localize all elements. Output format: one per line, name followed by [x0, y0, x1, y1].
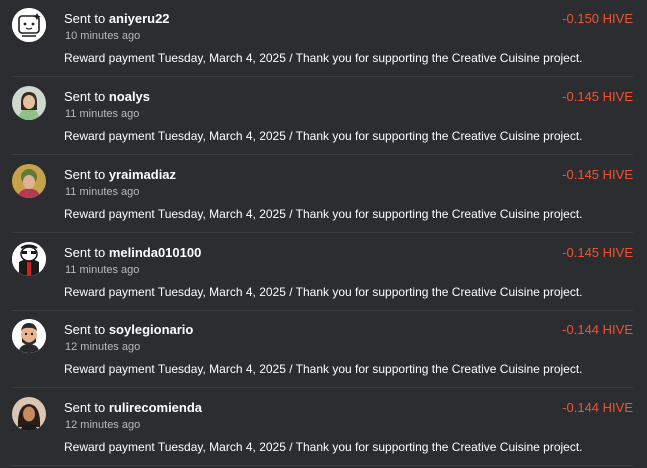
sent-to-label: Sent to rulirecomienda — [64, 400, 203, 415]
user-avatar[interactable] — [12, 242, 46, 276]
recipient-link[interactable]: soylegionario — [109, 322, 194, 337]
memo-text: Reward payment Tuesday, March 4, 2025 / … — [64, 129, 583, 143]
memo-text: Reward payment Tuesday, March 4, 2025 / … — [64, 51, 583, 65]
time-ago: 12 minutes ago — [65, 341, 141, 353]
user-avatar[interactable] — [12, 8, 46, 42]
portrait-avatar-icon — [12, 164, 46, 198]
time-ago: 11 minutes ago — [65, 264, 140, 276]
amount: -0.144 HIVE — [562, 322, 633, 337]
memo-text: Reward payment Tuesday, March 4, 2025 / … — [64, 207, 583, 221]
transaction-row: Sent to aniyeru22 10 minutes ago Reward … — [11, 0, 633, 77]
memo-text: Reward payment Tuesday, March 4, 2025 / … — [64, 285, 583, 299]
portrait-avatar-icon — [12, 86, 46, 120]
sent-to-label: Sent to yraimadiaz — [64, 167, 177, 182]
time-ago: 10 minutes ago — [65, 30, 141, 42]
time-ago: 11 minutes ago — [65, 108, 140, 120]
cartoon-avatar-icon — [12, 8, 46, 42]
transaction-feed: Sent to aniyeru22 10 minutes ago Reward … — [0, 0, 647, 468]
sent-to-label: Sent to aniyeru22 — [64, 11, 170, 26]
cartoon-avatar-icon — [12, 242, 46, 276]
transaction-row: Sent to melinda010100 11 minutes ago Rew… — [11, 234, 633, 311]
transaction-row: Sent to soylegionario 12 minutes ago Rew… — [11, 311, 633, 388]
sent-to-label: Sent to melinda010100 — [64, 245, 202, 260]
sent-to-label: Sent to soylegionario — [64, 322, 194, 337]
recipient-link[interactable]: rulirecomienda — [109, 400, 202, 415]
recipient-link[interactable]: yraimadiaz — [109, 167, 176, 182]
amount: -0.150 HIVE — [562, 11, 633, 26]
recipient-link[interactable]: aniyeru22 — [109, 11, 170, 26]
sent-to-label: Sent to noalys — [64, 89, 151, 104]
amount: -0.145 HIVE — [562, 89, 633, 104]
cartoon-avatar-icon — [12, 319, 46, 353]
transaction-row: Sent to rulirecomienda 12 minutes ago Re… — [11, 389, 633, 466]
amount: -0.145 HIVE — [562, 245, 633, 260]
memo-text: Reward payment Tuesday, March 4, 2025 / … — [64, 362, 583, 376]
user-avatar[interactable] — [12, 319, 46, 353]
memo-text: Reward payment Tuesday, March 4, 2025 / … — [64, 440, 583, 454]
transaction-row: Sent to noalys 11 minutes ago Reward pay… — [11, 78, 633, 155]
time-ago: 11 minutes ago — [65, 186, 140, 198]
portrait-avatar-icon — [12, 397, 46, 431]
user-avatar[interactable] — [12, 164, 46, 198]
user-avatar[interactable] — [12, 86, 46, 120]
user-avatar[interactable] — [12, 397, 46, 431]
transaction-row: Sent to yraimadiaz 11 minutes ago Reward… — [11, 156, 633, 233]
recipient-link[interactable]: noalys — [109, 89, 150, 104]
amount: -0.145 HIVE — [562, 167, 633, 182]
time-ago: 12 minutes ago — [65, 419, 141, 431]
amount: -0.144 HIVE — [562, 400, 633, 415]
recipient-link[interactable]: melinda010100 — [109, 245, 202, 260]
